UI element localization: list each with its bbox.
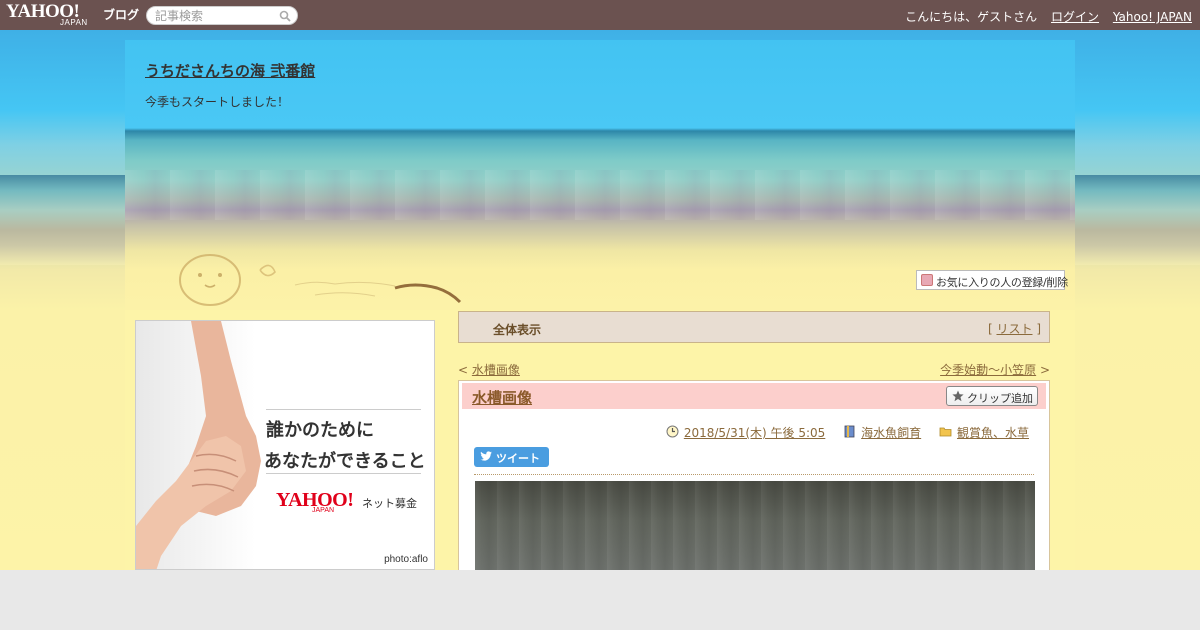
prev-article-link[interactable]: 水槽画像 (472, 363, 520, 377)
favorite-register-button[interactable]: お気に入りの人の登録/削除 (916, 270, 1068, 290)
article-folder-item: 観賞魚、水草 (939, 424, 1029, 441)
greeting-text: こんにちは、ゲストさん (905, 10, 1038, 24)
list-bracket-close: ] (1032, 322, 1041, 336)
twitter-bird-icon (480, 451, 492, 461)
photo-texture (475, 481, 1035, 581)
clip-add-label: クリップ追加 (967, 392, 1033, 405)
article-title[interactable]: 水槽画像 (472, 387, 532, 408)
list-link-wrapper: [ リスト ] (988, 320, 1041, 337)
tweet-label: ツイート (496, 452, 540, 465)
prev-marker: < (458, 363, 472, 377)
donation-ad-banner[interactable]: 誰かのために あなたができること YAHOO! JAPAN ネット募金 phot… (135, 320, 435, 570)
list-link[interactable]: リスト (996, 322, 1032, 336)
favorite-register-label: お気に入りの人の登録/削除 (936, 276, 1068, 289)
article-date-link[interactable]: 2018/5/31(木) 午後 5:05 (684, 426, 825, 440)
article-folder-link[interactable]: 観賞魚、水草 (957, 426, 1029, 440)
article-header: 水槽画像 クリップ追加 (462, 383, 1046, 409)
blog-title[interactable]: うちださんちの海 弐番館 (145, 60, 315, 81)
star-icon (952, 390, 964, 402)
article-category-item: 海水魚飼育 (843, 424, 921, 441)
article-panel: 水槽画像 クリップ追加 2018/5/31(木) 午後 5:05 海水魚飼育 観… (458, 380, 1050, 581)
ad-divider (266, 473, 421, 474)
blog-subtitle: 今季もスタートしました！ (145, 95, 290, 109)
user-links: こんにちは、ゲストさん ログイン Yahoo! JAPAN (895, 8, 1192, 25)
prev-article-nav: < 水槽画像 (458, 361, 520, 378)
ad-donation-label: ネット募金 (362, 497, 417, 510)
folder-icon (939, 427, 952, 437)
ad-yahoo-logo-sub: JAPAN (312, 507, 335, 514)
yahoo-top-bar: YAHOO! JAPAN ブログ こんにちは、ゲストさん ログイン Yahoo!… (0, 0, 1200, 30)
article-date-item: 2018/5/31(木) 午後 5:05 (666, 424, 825, 441)
blog-header: うちださんちの海 弐番館 今季もスタートしました！ お気に入りの人の登録/削除 (125, 40, 1075, 310)
ad-divider (266, 409, 421, 410)
holding-hands-image (136, 321, 261, 569)
clip-add-button[interactable]: クリップ追加 (946, 386, 1038, 406)
ad-headline-2: あなたができること (264, 451, 426, 472)
article-category-link[interactable]: 海水魚飼育 (861, 426, 921, 440)
login-link[interactable]: ログイン (1051, 10, 1099, 24)
search-box (146, 6, 298, 25)
page-footer-area (0, 570, 1200, 630)
blog-service-label[interactable]: ブログ (103, 6, 139, 23)
search-input[interactable] (155, 8, 275, 23)
ad-headline-1: 誰かのために (266, 420, 374, 441)
clock-icon (666, 425, 679, 438)
next-article-nav: 今季始動～小笠原 > (940, 361, 1050, 378)
article-divider (474, 474, 1034, 475)
next-marker: > (1036, 363, 1050, 377)
yahoo-logo-sub: JAPAN (60, 18, 88, 27)
ad-photo-credit: photo:aflo (384, 554, 428, 565)
yahoo-japan-link[interactable]: Yahoo! JAPAN (1113, 10, 1192, 24)
search-icon[interactable] (279, 10, 291, 22)
next-article-link[interactable]: 今季始動～小笠原 (940, 363, 1036, 377)
aquarium-photo[interactable] (475, 481, 1035, 581)
tweet-button[interactable]: ツイート (474, 447, 549, 467)
view-mode-bar: 全体表示 [ リスト ] (458, 311, 1050, 343)
heart-icon (921, 274, 933, 286)
sea-texture (125, 170, 1075, 220)
sand-drawing-image (179, 254, 462, 306)
book-icon (844, 425, 855, 438)
view-mode-title: 全体表示 (493, 323, 542, 337)
article-meta: 2018/5/31(木) 午後 5:05 海水魚飼育 観賞魚、水草 (652, 424, 1029, 441)
